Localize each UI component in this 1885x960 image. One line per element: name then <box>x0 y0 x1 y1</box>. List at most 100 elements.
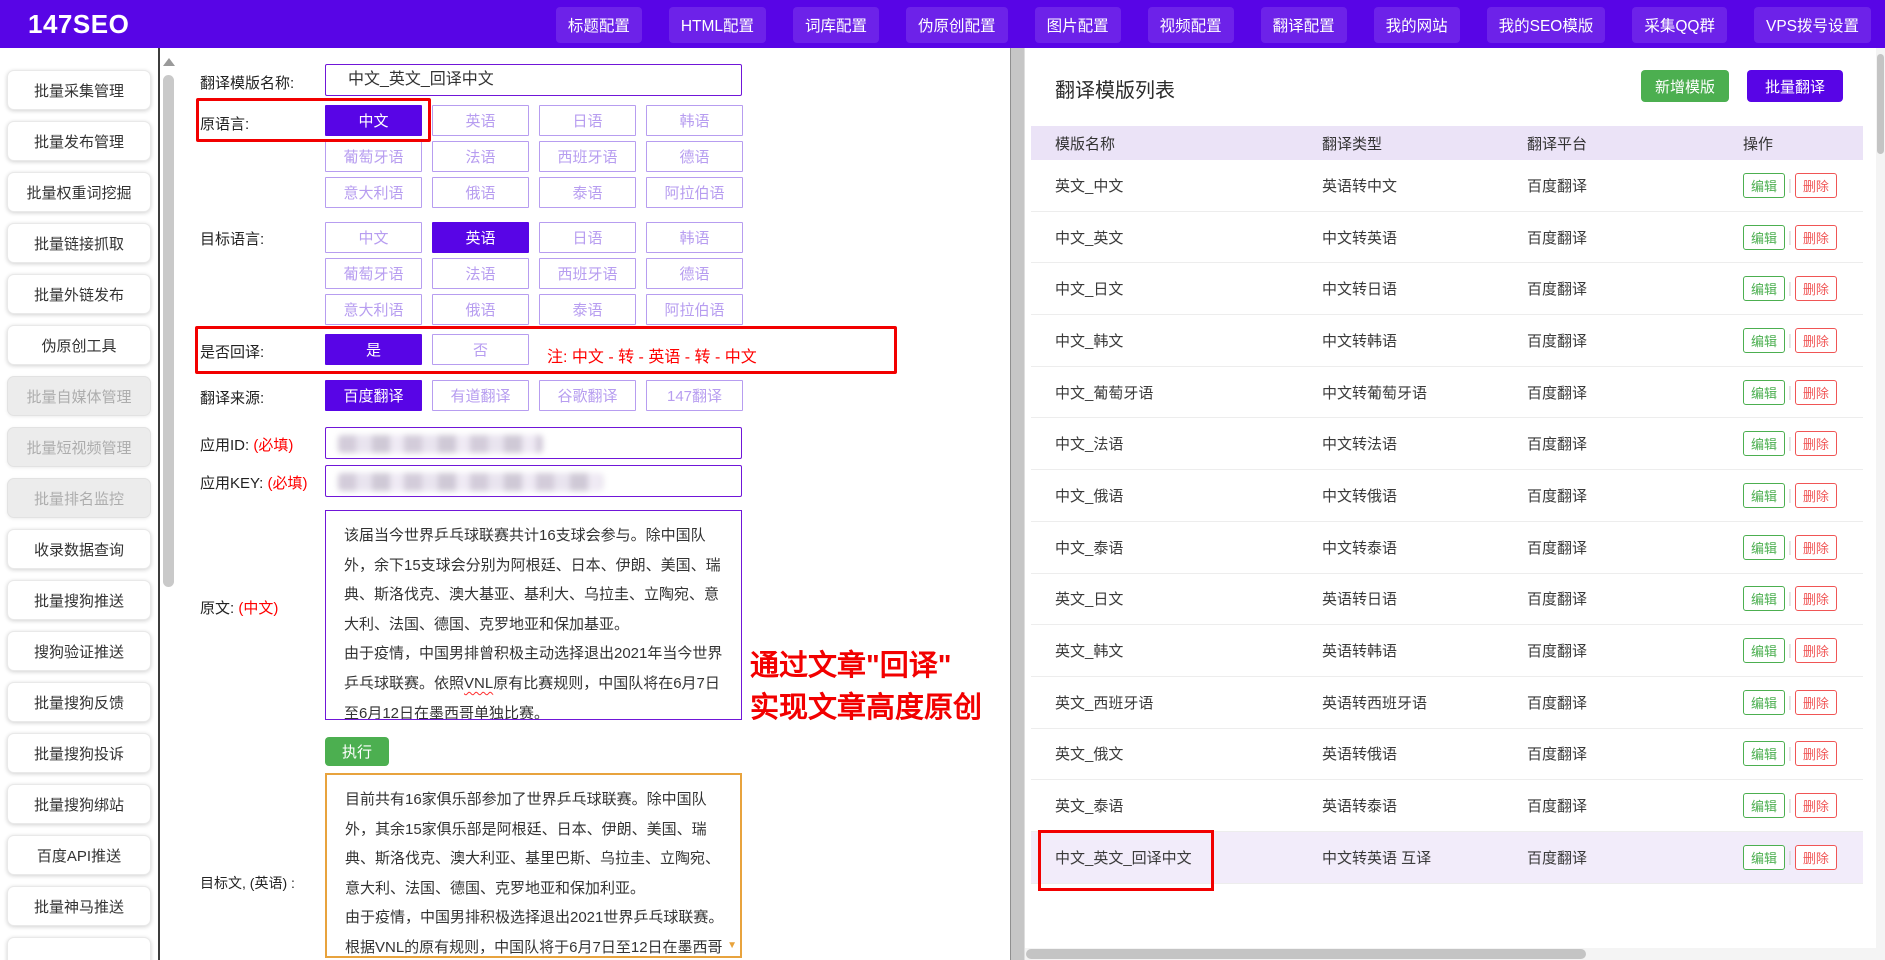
batch-translate-button[interactable]: 批量翻译 <box>1747 70 1843 102</box>
target-textarea[interactable]: ▼目前共有16家俱乐部参加了世界乒乓球联赛。除中国队外，其余15家俱乐部是阿根廷… <box>325 773 742 958</box>
delete-button[interactable]: 删除 <box>1795 535 1837 560</box>
delete-button[interactable]: 删除 <box>1795 845 1837 870</box>
option-button[interactable]: 英语 <box>432 222 529 253</box>
option-button[interactable]: 法语 <box>432 258 529 289</box>
bottom-scrollbar-thumb[interactable] <box>1026 949 1586 959</box>
option-button[interactable]: 否 <box>432 334 529 365</box>
sidebar-item[interactable]: 批量搜狗反馈 <box>7 682 151 722</box>
option-button[interactable]: 泰语 <box>539 177 636 208</box>
nav-item-5[interactable]: 图片配置 <box>1035 7 1121 43</box>
template-name-input[interactable]: 中文_英文_回译中文 <box>325 64 742 96</box>
edit-button[interactable]: 编辑 <box>1743 173 1785 198</box>
edit-button[interactable]: 编辑 <box>1743 793 1785 818</box>
edit-button[interactable]: 编辑 <box>1743 276 1785 301</box>
option-button[interactable]: 葡萄牙语 <box>325 141 422 172</box>
option-button[interactable]: 韩语 <box>646 105 743 136</box>
option-button[interactable]: 是 <box>325 334 422 365</box>
panel-divider-scrollbar[interactable] <box>1010 48 1025 960</box>
delete-button[interactable]: 删除 <box>1795 225 1837 250</box>
sidebar-item[interactable]: 批量排名监控 <box>7 478 151 518</box>
option-button[interactable]: 韩语 <box>646 222 743 253</box>
original-textarea[interactable]: 该届当今世界乒乓球联赛共计16支球会参与。除中国队外，余下15支球会分别为阿根廷… <box>325 510 742 720</box>
option-button[interactable]: 俄语 <box>432 177 529 208</box>
sidebar-item[interactable]: 批量发布管理 <box>7 121 151 161</box>
option-button[interactable]: 俄语 <box>432 294 529 325</box>
sidebar-item[interactable]: 批量短视频管理 <box>7 427 151 467</box>
option-button[interactable]: 意大利语 <box>325 294 422 325</box>
sidebar-item[interactable]: 伪原创工具 <box>7 325 151 365</box>
sidebar-item[interactable]: 搜狗验证推送 <box>7 631 151 671</box>
edit-button[interactable]: 编辑 <box>1743 328 1785 353</box>
option-button[interactable]: 英语 <box>432 105 529 136</box>
form-scrollbar-thumb[interactable] <box>163 75 174 587</box>
delete-button[interactable]: 删除 <box>1795 276 1837 301</box>
option-button[interactable]: 西班牙语 <box>539 141 636 172</box>
delete-button[interactable]: 删除 <box>1795 741 1837 766</box>
add-template-button[interactable]: 新增模版 <box>1641 70 1729 102</box>
edit-button[interactable]: 编辑 <box>1743 690 1785 715</box>
option-button[interactable]: 西班牙语 <box>539 258 636 289</box>
edit-button[interactable]: 编辑 <box>1743 535 1785 560</box>
sidebar-item[interactable]: 批量权重词挖掘 <box>7 172 151 212</box>
option-button[interactable]: 百度翻译 <box>325 380 422 411</box>
delete-button[interactable]: 删除 <box>1795 380 1837 405</box>
nav-item-8[interactable]: 我的网站 <box>1374 7 1460 43</box>
sidebar-item[interactable]: 批量链接抓取 <box>7 223 151 263</box>
edit-button[interactable]: 编辑 <box>1743 380 1785 405</box>
sidebar-item[interactable]: 收录数据查询 <box>7 529 151 569</box>
sidebar-item[interactable]: 百度API推送 <box>7 835 151 875</box>
option-button[interactable]: 法语 <box>432 141 529 172</box>
delete-button[interactable]: 删除 <box>1795 793 1837 818</box>
option-button[interactable]: 阿拉伯语 <box>646 177 743 208</box>
scroll-up-icon[interactable] <box>163 58 175 66</box>
edit-button[interactable]: 编辑 <box>1743 741 1785 766</box>
option-button[interactable]: 意大利语 <box>325 177 422 208</box>
option-button[interactable]: 德语 <box>646 141 743 172</box>
nav-item-9[interactable]: 我的SEO模版 <box>1487 7 1606 43</box>
edit-button[interactable]: 编辑 <box>1743 225 1785 250</box>
option-button[interactable]: 阿拉伯语 <box>646 294 743 325</box>
edit-button[interactable]: 编辑 <box>1743 586 1785 611</box>
option-button[interactable]: 日语 <box>539 105 636 136</box>
option-button[interactable]: 德语 <box>646 258 743 289</box>
delete-button[interactable]: 删除 <box>1795 328 1837 353</box>
option-button[interactable]: 谷歌翻译 <box>539 380 636 411</box>
sidebar-item[interactable]: 批量搜狗投诉 <box>7 733 151 773</box>
delete-button[interactable]: 删除 <box>1795 638 1837 663</box>
execute-button[interactable]: 执行 <box>325 737 389 766</box>
option-button[interactable]: 147翻译 <box>646 380 743 411</box>
nav-item-10[interactable]: 采集QQ群 <box>1632 7 1727 43</box>
sidebar-item[interactable]: 批量神马推送 <box>7 886 151 926</box>
right-scrollbar-track[interactable] <box>1876 48 1885 960</box>
nav-item-6[interactable]: 视频配置 <box>1148 7 1234 43</box>
scroll-down-icon[interactable]: ▼ <box>727 940 737 951</box>
option-button[interactable]: 中文 <box>325 105 422 136</box>
sidebar-item[interactable]: 批量搜狗绑站 <box>7 784 151 824</box>
edit-button[interactable]: 编辑 <box>1743 845 1785 870</box>
sidebar-item[interactable]: 批量采集管理 <box>7 70 151 110</box>
sidebar-item[interactable]: 批量自媒体管理 <box>7 376 151 416</box>
edit-button[interactable]: 编辑 <box>1743 483 1785 508</box>
delete-button[interactable]: 删除 <box>1795 173 1837 198</box>
app-id-input[interactable] <box>325 427 742 459</box>
option-button[interactable]: 有道翻译 <box>432 380 529 411</box>
edit-button[interactable]: 编辑 <box>1743 431 1785 456</box>
nav-item-7[interactable]: 翻译配置 <box>1261 7 1347 43</box>
sidebar-item-partial[interactable] <box>7 937 151 960</box>
option-button[interactable]: 日语 <box>539 222 636 253</box>
option-button[interactable]: 中文 <box>325 222 422 253</box>
nav-item-2[interactable]: HTML配置 <box>669 7 766 43</box>
sidebar-item[interactable]: 批量外链发布 <box>7 274 151 314</box>
edit-button[interactable]: 编辑 <box>1743 638 1785 663</box>
nav-item-11[interactable]: VPS拨号设置 <box>1754 7 1871 43</box>
nav-item-3[interactable]: 词库配置 <box>793 7 879 43</box>
nav-item-4[interactable]: 伪原创配置 <box>906 7 1008 43</box>
delete-button[interactable]: 删除 <box>1795 586 1837 611</box>
nav-item-1[interactable]: 标题配置 <box>556 7 642 43</box>
delete-button[interactable]: 删除 <box>1795 483 1837 508</box>
sidebar-item[interactable]: 批量搜狗推送 <box>7 580 151 620</box>
delete-button[interactable]: 删除 <box>1795 690 1837 715</box>
right-scrollbar-thumb[interactable] <box>1877 54 1884 154</box>
delete-button[interactable]: 删除 <box>1795 431 1837 456</box>
option-button[interactable]: 泰语 <box>539 294 636 325</box>
